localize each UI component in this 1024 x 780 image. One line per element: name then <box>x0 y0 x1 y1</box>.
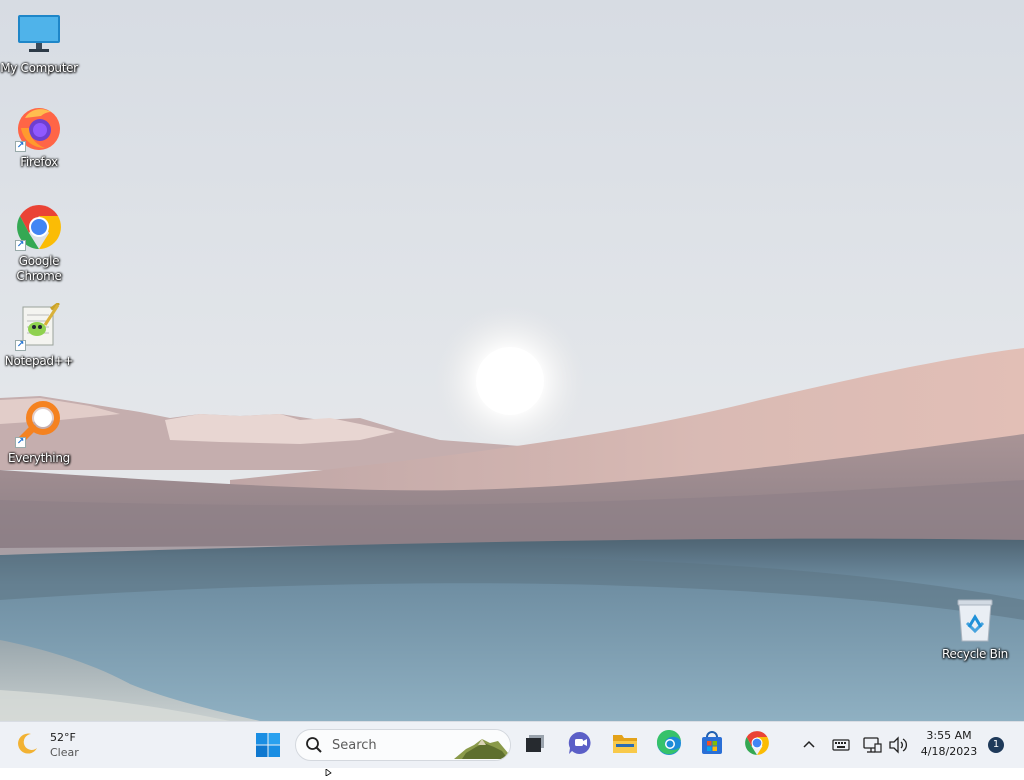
task-view-icon <box>524 732 546 758</box>
chrome-taskbar-button[interactable] <box>742 730 772 760</box>
moon-icon <box>16 731 40 759</box>
input-indicator-button[interactable] <box>831 735 851 755</box>
recycle-bin-icon <box>951 596 999 644</box>
desktop-icon-firefox[interactable]: ↗ Firefox <box>0 104 78 170</box>
desktop-icon-label: My Computer <box>0 61 78 75</box>
notification-count-badge[interactable]: 1 <box>988 737 1004 753</box>
network-icon <box>862 737 882 760</box>
clock-time: 3:55 AM <box>926 729 972 742</box>
search-placeholder: Search <box>332 737 377 753</box>
chevron-up-icon <box>799 740 819 759</box>
keyboard-icon <box>831 739 851 759</box>
shortcut-arrow-icon: ↗ <box>15 240 26 251</box>
start-button[interactable] <box>254 731 282 759</box>
monitor-icon <box>15 10 63 58</box>
file-explorer-button[interactable] <box>610 730 640 760</box>
firefox-icon: ↗ <box>15 104 63 152</box>
desktop-wallpaper <box>0 0 1024 721</box>
desktop-icon-notepad-plus-plus[interactable]: ↗ Notepad++ <box>0 303 78 369</box>
shortcut-arrow-icon: ↗ <box>15 437 26 448</box>
chrome-icon <box>744 730 770 760</box>
desktop-icon-label: Google Chrome <box>16 254 62 283</box>
volume-button[interactable] <box>887 734 909 756</box>
shortcut-arrow-icon: ↗ <box>15 141 26 152</box>
desktop-icon-recycle-bin[interactable]: Recycle Bin <box>936 596 1014 662</box>
taskbar: 52°F Clear Search 3:55 AM 4/18/2023 1 <box>0 721 1024 768</box>
windows-start-icon <box>254 733 282 763</box>
everything-search-icon: ↗ <box>15 400 63 448</box>
clock-date: 4/18/2023 <box>920 745 978 758</box>
desktop-icon-label: Firefox <box>20 155 58 169</box>
desktop-icon-everything[interactable]: ↗ Everything <box>0 400 78 466</box>
chrome-icon: ↗ <box>15 203 63 251</box>
network-button[interactable] <box>862 734 882 756</box>
edge-icon <box>656 729 682 760</box>
show-hidden-icons-button[interactable] <box>799 735 819 755</box>
folder-icon <box>612 731 638 759</box>
search-highlight-illustration <box>452 730 510 760</box>
desktop-icon-label: Notepad++ <box>4 354 74 368</box>
volume-icon <box>887 736 909 760</box>
desktop-icon-label: Everything <box>8 451 70 465</box>
mouse-cursor-icon <box>325 761 335 777</box>
edge-button[interactable] <box>654 729 684 760</box>
store-button[interactable] <box>697 730 727 760</box>
weather-condition: Clear <box>50 745 79 759</box>
system-clock[interactable]: 3:55 AM 4/18/2023 <box>916 728 982 760</box>
desktop-icon-google-chrome[interactable]: ↗ Google Chrome <box>0 203 78 284</box>
taskbar-search-box[interactable]: Search <box>295 729 511 761</box>
chat-button[interactable] <box>565 730 595 760</box>
weather-temperature: 52°F <box>50 730 76 744</box>
desktop-icon-label: Recycle Bin <box>942 647 1008 661</box>
desktop-icon-my-computer[interactable]: My Computer <box>0 10 78 76</box>
store-icon <box>700 731 724 759</box>
chat-icon <box>567 730 593 760</box>
search-icon <box>305 736 323 754</box>
shortcut-arrow-icon: ↗ <box>15 340 26 351</box>
weather-widget[interactable]: 52°F Clear <box>16 727 106 763</box>
notepadpp-icon: ↗ <box>15 303 63 351</box>
task-view-button[interactable] <box>520 730 550 760</box>
